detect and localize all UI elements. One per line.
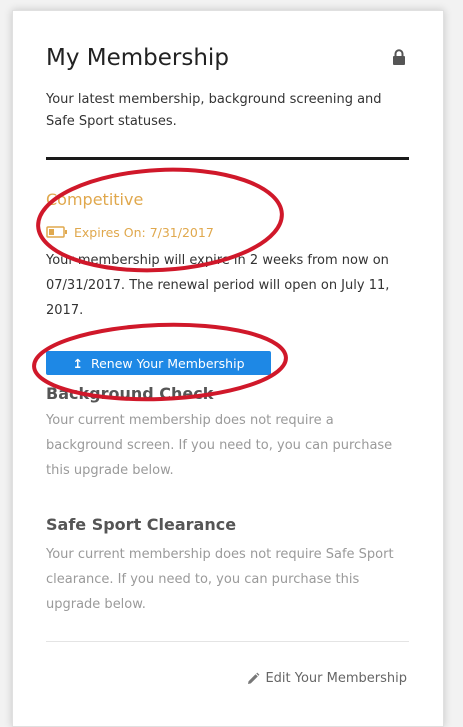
edit-membership-link[interactable]: Edit Your Membership — [246, 671, 407, 686]
pencil-icon — [248, 672, 260, 684]
lock-icon — [393, 49, 405, 65]
up-arrow-icon: ↥ — [72, 355, 83, 371]
expiration-note: Your membership will expire in 2 weeks f… — [46, 253, 390, 318]
battery-low-icon — [46, 226, 67, 238]
renew-button-label: Renew Your Membership — [90, 355, 245, 371]
background-check-description: Your current membership does not require… — [46, 413, 393, 478]
membership-type: Competitive — [46, 190, 144, 209]
renew-membership-button[interactable]: ↥ Renew Your Membership — [46, 351, 271, 375]
membership-card: My Membership Your latest membership, ba… — [12, 10, 444, 727]
safe-sport-description: Your current membership does not require… — [46, 547, 394, 612]
edit-membership-label: Edit Your Membership — [265, 671, 407, 686]
safe-sport-title: Safe Sport Clearance — [46, 515, 237, 534]
page-subtitle: Your latest membership, background scree… — [46, 92, 382, 129]
page-title: My Membership — [46, 45, 229, 71]
background-check-title: Background Check — [46, 384, 214, 403]
expiration-date: Expires On: 7/31/2017 — [74, 224, 214, 240]
footer-divider — [46, 641, 409, 642]
header-divider — [46, 157, 409, 160]
expiration-row: Expires On: 7/31/2017 — [46, 223, 214, 241]
